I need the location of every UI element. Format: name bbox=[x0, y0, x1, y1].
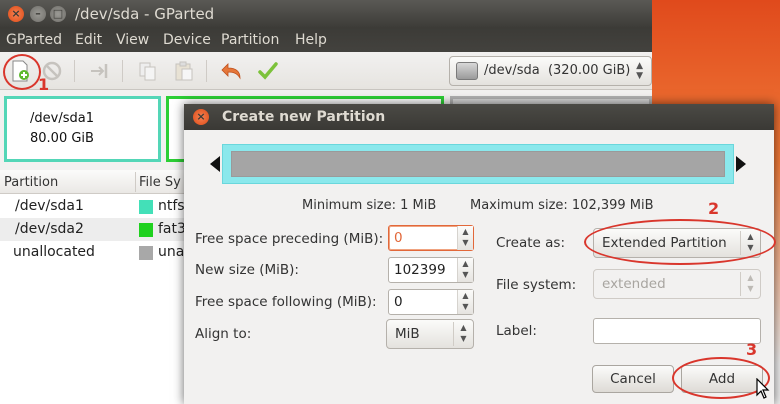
paste-button[interactable] bbox=[172, 60, 196, 82]
new-size-value: 102399 bbox=[394, 262, 446, 278]
partition-resizer[interactable] bbox=[210, 142, 746, 186]
chevron-updown-icon: ▲ ▼ bbox=[636, 61, 643, 81]
checkmark-icon bbox=[258, 62, 278, 80]
label-field-label: Label: bbox=[496, 323, 537, 339]
annotation-step-1: 1 bbox=[38, 75, 50, 94]
resize-right-handle-icon[interactable] bbox=[736, 156, 746, 172]
window-close-button[interactable]: × bbox=[8, 6, 24, 22]
cancel-button[interactable]: Cancel bbox=[592, 365, 674, 393]
new-size-input[interactable]: 102399 ▲ ▼ bbox=[388, 257, 474, 283]
spin-updown-icon[interactable]: ▲ ▼ bbox=[457, 226, 473, 250]
graph-partition-size: 80.00 GiB bbox=[30, 131, 94, 146]
file-system-value: extended bbox=[602, 276, 666, 292]
title-bar: × – □ /dev/sda - GParted bbox=[0, 0, 652, 28]
align-to-label: Align to: bbox=[195, 326, 252, 342]
toolbar-separator bbox=[74, 60, 75, 82]
graph-partition-name: /dev/sda1 bbox=[30, 111, 94, 126]
dialog-title: Create new Partition bbox=[222, 109, 386, 125]
minimum-size-text: Minimum size: 1 MiB bbox=[302, 198, 437, 213]
arrow-right-bar-icon bbox=[91, 64, 108, 78]
spin-updown-icon[interactable]: ▲ ▼ bbox=[457, 258, 473, 282]
row-partition: unallocated bbox=[13, 244, 95, 260]
free-preceding-label: Free space preceding (MiB): bbox=[195, 231, 384, 247]
free-following-value: 0 bbox=[394, 294, 403, 310]
column-header-filesystem[interactable]: File Sy bbox=[139, 175, 181, 190]
annotation-step-3: 3 bbox=[746, 340, 758, 359]
window-title: /dev/sda - GParted bbox=[75, 5, 215, 23]
paste-icon bbox=[175, 61, 193, 81]
resizer-used-area[interactable] bbox=[231, 151, 725, 177]
device-path: /dev/sda bbox=[484, 63, 540, 78]
file-system-select[interactable]: extended ▲ ▼ bbox=[593, 269, 761, 299]
device-selector[interactable]: /dev/sda (320.00 GiB) ▲ ▼ bbox=[449, 56, 652, 86]
filesystem-color-swatch bbox=[139, 246, 153, 260]
undo-arrow-icon bbox=[221, 63, 241, 80]
undo-button[interactable] bbox=[220, 60, 244, 82]
copy-icon bbox=[139, 62, 156, 81]
apply-button[interactable] bbox=[256, 60, 280, 82]
filesystem-color-swatch bbox=[139, 223, 153, 237]
resize-move-button[interactable] bbox=[88, 60, 112, 82]
row-filesystem: una bbox=[158, 244, 185, 260]
row-filesystem: fat3 bbox=[158, 221, 186, 237]
label-input[interactable] bbox=[593, 318, 761, 344]
menu-device[interactable]: Device bbox=[163, 32, 211, 48]
free-following-input[interactable]: 0 ▲ ▼ bbox=[388, 289, 474, 315]
column-header-partition[interactable]: Partition bbox=[4, 175, 58, 190]
free-preceding-value: 0 bbox=[394, 230, 403, 246]
file-system-label: File system: bbox=[496, 277, 577, 293]
row-partition: /dev/sda2 bbox=[15, 221, 84, 237]
align-to-value: MiB bbox=[395, 326, 420, 342]
chevron-updown-icon: ▲ ▼ bbox=[453, 322, 473, 346]
device-size: (320.00 GiB) bbox=[547, 63, 631, 78]
device-selector-label: /dev/sda (320.00 GiB) bbox=[484, 63, 630, 78]
resizer-bar bbox=[222, 144, 734, 184]
mouse-cursor-icon bbox=[756, 378, 770, 399]
spin-updown-icon[interactable]: ▲ ▼ bbox=[457, 290, 473, 314]
window-maximize-button[interactable]: □ bbox=[50, 6, 66, 22]
toolbar-separator bbox=[122, 60, 123, 82]
menu-view[interactable]: View bbox=[116, 32, 149, 48]
annotation-circle-1 bbox=[3, 54, 41, 90]
menu-partition[interactable]: Partition bbox=[221, 32, 279, 48]
annotation-circle-2 bbox=[584, 219, 776, 265]
window-minimize-button[interactable]: – bbox=[30, 6, 46, 22]
align-to-select[interactable]: MiB ▲ ▼ bbox=[386, 319, 474, 349]
graph-partition-sda1[interactable]: /dev/sda1 80.00 GiB bbox=[4, 96, 161, 162]
menu-gparted[interactable]: GParted bbox=[6, 32, 62, 48]
menu-edit[interactable]: Edit bbox=[75, 32, 102, 48]
row-filesystem: ntfs bbox=[158, 198, 185, 214]
row-partition: /dev/sda1 bbox=[15, 198, 84, 214]
dialog-close-button[interactable]: × bbox=[193, 109, 209, 125]
hard-disk-icon bbox=[456, 62, 478, 80]
annotation-step-2: 2 bbox=[708, 199, 720, 218]
dialog-title-bar: × Create new Partition bbox=[184, 104, 774, 130]
chevron-updown-icon: ▲ ▼ bbox=[740, 272, 760, 296]
create-as-label: Create as: bbox=[496, 235, 566, 251]
menubar: GParted Edit View Device Partition Help bbox=[0, 28, 652, 52]
toolbar-separator bbox=[206, 60, 207, 82]
copy-button[interactable] bbox=[136, 60, 160, 82]
new-size-label: New size (MiB): bbox=[195, 262, 299, 278]
free-following-label: Free space following (MiB): bbox=[195, 294, 377, 310]
maximum-size-text: Maximum size: 102,399 MiB bbox=[470, 198, 654, 213]
free-preceding-input[interactable]: 0 ▲ ▼ bbox=[388, 225, 474, 251]
menu-help[interactable]: Help bbox=[295, 32, 327, 48]
filesystem-color-swatch bbox=[139, 200, 153, 214]
resize-left-handle-icon[interactable] bbox=[210, 156, 220, 172]
